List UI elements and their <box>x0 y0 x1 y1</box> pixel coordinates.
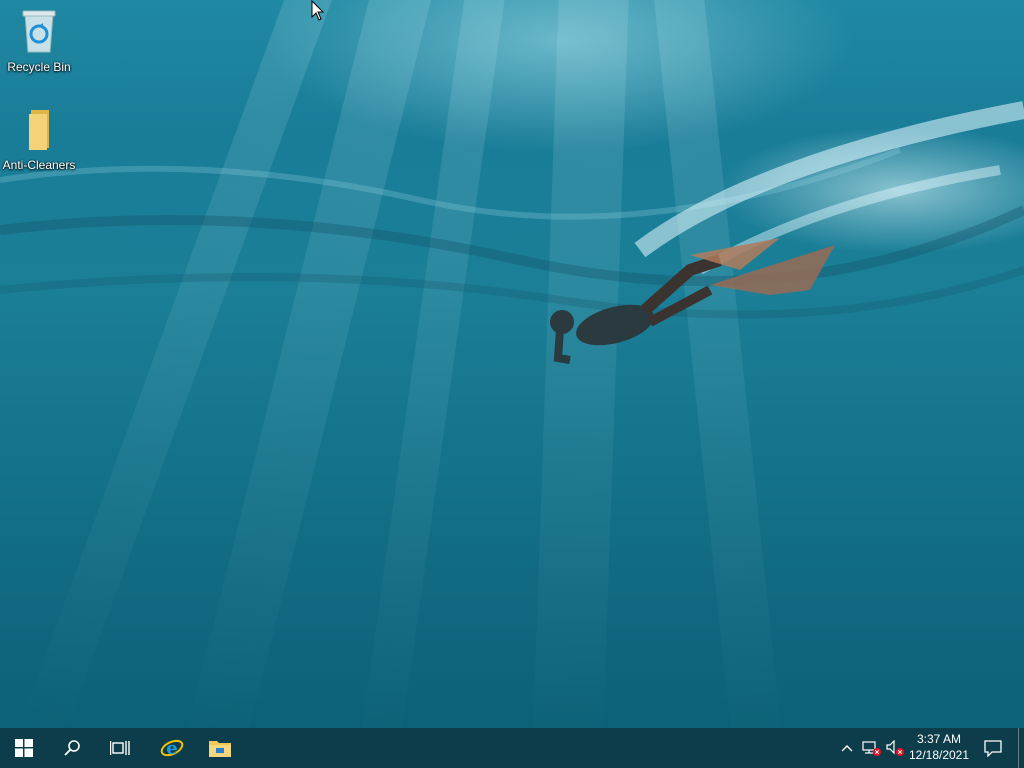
network-status-button[interactable] <box>860 728 884 768</box>
taskbar-clock[interactable]: 3:37 AM 12/18/2021 <box>902 728 976 768</box>
action-center-icon <box>984 740 1002 757</box>
task-view-icon <box>110 741 130 755</box>
chevron-up-icon <box>841 745 853 752</box>
show-desktop-button[interactable] <box>1018 728 1024 768</box>
search-icon <box>64 740 80 756</box>
internet-explorer-icon: e <box>160 738 184 759</box>
task-view-button[interactable] <box>96 728 144 768</box>
svg-text:e: e <box>166 738 177 759</box>
internet-explorer-button[interactable]: e <box>148 728 196 768</box>
swimmer-silhouette <box>550 238 835 364</box>
mouse-cursor-icon <box>311 0 325 21</box>
clock-date: 12/18/2021 <box>908 748 970 762</box>
desktop-icon-label: Recycle Bin <box>7 60 71 74</box>
recycle-bin-icon <box>22 10 56 53</box>
network-disconnected-icon <box>862 741 881 756</box>
desktop-icon-anti-cleaners[interactable]: Anti-Cleaners <box>1 108 77 172</box>
show-hidden-icons-button[interactable] <box>836 728 858 768</box>
windows-logo-icon <box>15 739 33 757</box>
start-button[interactable] <box>0 728 48 768</box>
water-surface-ripples <box>0 101 1024 319</box>
action-center-button[interactable] <box>978 728 1008 768</box>
file-explorer-button[interactable] <box>196 728 244 768</box>
desktop-icon-label: Anti-Cleaners <box>2 158 76 172</box>
clock-time: 3:37 AM <box>916 732 962 746</box>
file-explorer-icon <box>209 741 231 757</box>
taskbar: e 3:37 AM 12/18/2021 <box>0 728 1024 768</box>
search-button[interactable] <box>48 728 96 768</box>
desktop-wallpaper <box>0 0 1024 728</box>
desktop-icon-recycle-bin[interactable]: Recycle Bin <box>1 8 77 74</box>
folder-icon <box>29 110 49 150</box>
